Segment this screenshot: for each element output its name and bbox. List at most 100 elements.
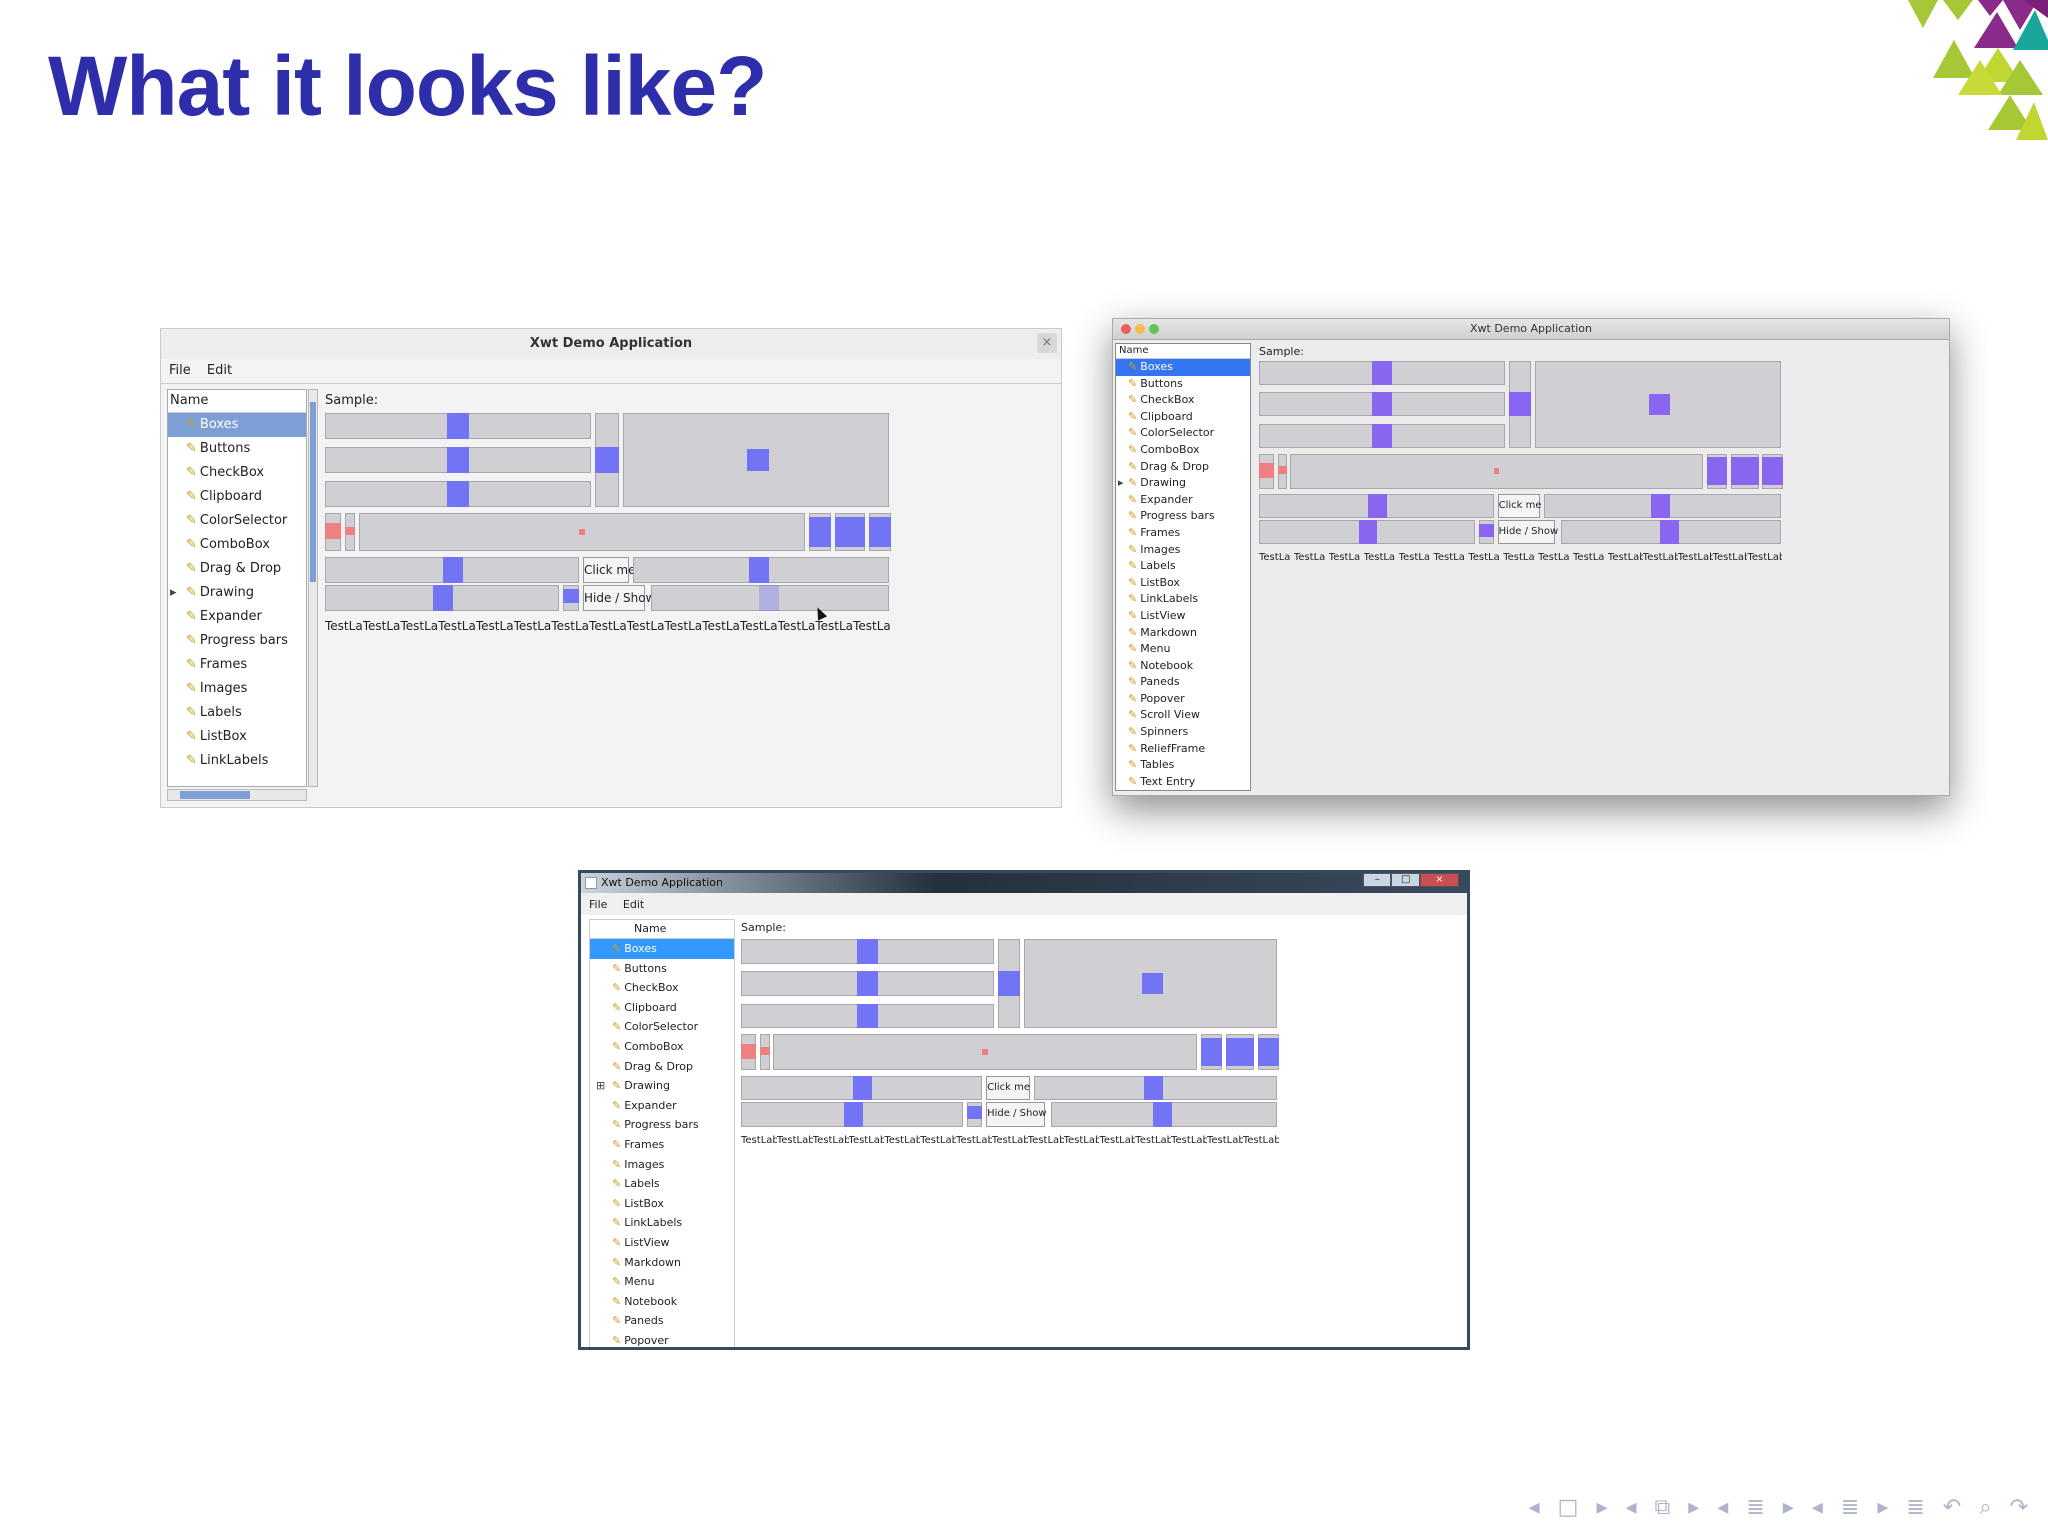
tree-item[interactable]: ✎ ReliefFrame [1116,741,1250,758]
nav-prev-icon[interactable]: ◂ [1625,1495,1636,1520]
tree-header[interactable]: Name [590,920,734,939]
hide-show-button[interactable]: Hide / Show [1497,520,1558,545]
tree-item[interactable]: ✎ Text Entry [1116,774,1250,790]
click-me-button[interactable]: Click me [986,1075,1030,1101]
click-me-button[interactable]: Click me [1497,494,1542,519]
tree-item[interactable]: ✎ Spinners [1116,724,1250,741]
tree-item[interactable]: ✎ Expander [590,1096,734,1116]
tree-item[interactable]: ✎ ListBox [590,1194,734,1214]
nav-subsection-icon[interactable]: ≣ [1841,1495,1859,1520]
tree-item[interactable]: ✎ Buttons [590,959,734,979]
nav-frame-icon[interactable]: □ [1558,1495,1579,1520]
nav-next-icon[interactable]: ▸ [1688,1495,1699,1520]
tree-item[interactable]: ✎ Clipboard [168,485,306,509]
menu-edit[interactable]: Edit [623,898,644,911]
tree-item[interactable]: ✎ ComboBox [590,1037,734,1057]
tree-item[interactable]: ✎ Buttons [168,437,306,461]
tree-item[interactable]: ✎ ColorSelector [590,1017,734,1037]
expand-arrow-icon[interactable]: ▸ [170,581,177,605]
nav-subsection-icon[interactable]: ≣ [1746,1495,1764,1520]
tree-item[interactable]: ✎ Markdown [1116,625,1250,642]
tree-item[interactable]: ✎ Images [1116,542,1250,559]
nav-next-icon[interactable]: ▸ [1596,1495,1607,1520]
expand-arrow-icon[interactable]: ▸ [1118,475,1124,492]
tree-item[interactable]: ✎ Boxes [1116,359,1250,376]
demo-tree[interactable]: Name ✎ Boxes ✎ Buttons ✎ CheckBox ✎ Clipboard ✎ C… [167,389,307,787]
hide-show-button[interactable]: Hide / Show [986,1102,1047,1128]
hide-show-button[interactable]: Hide / Show [583,585,655,611]
tree-item[interactable]: ✎ Buttons [1116,376,1250,393]
tree-item[interactable]: ✎ Progress bars [590,1115,734,1135]
tree-item[interactable]: ✎ ComboBox [168,533,306,557]
tree-item[interactable]: ✎ Progress bars [1116,508,1250,525]
tree-item[interactable]: ✎ Menu [1116,641,1250,658]
nav-next-icon[interactable]: ▸ [1877,1495,1888,1520]
tree-item[interactable]: ✎ ListView [590,1233,734,1253]
nav-search-icon[interactable]: ⌕ [1979,1495,1991,1520]
tree-item[interactable]: ✎ Clipboard [590,998,734,1018]
traffic-light-icon[interactable] [1149,324,1159,334]
scrollbar-thumb[interactable] [180,791,250,799]
tree-item[interactable]: ✎ LinkLabels [168,749,306,773]
tree-item[interactable]: ✎ Clipboard [1116,409,1250,426]
tree-item[interactable]: ✎ Popover [1116,691,1250,708]
tree-item[interactable]: ✎ Paneds [590,1311,734,1331]
tree-item[interactable]: ✎ Frames [1116,525,1250,542]
tree-item[interactable]: ✎ Labels [168,701,306,725]
tree-item[interactable]: ✎ ListBox [1116,575,1250,592]
tree-item[interactable]: ✎ CheckBox [1116,392,1250,409]
tree-item[interactable]: ✎ Images [168,677,306,701]
tree-item[interactable]: ✎ Paneds [1116,674,1250,691]
expand-arrow-icon[interactable]: ⊞ [596,1076,605,1096]
tree-item[interactable]: ✎ ColorSelector [168,509,306,533]
tree-item[interactable]: ⊞ ✎ Drawing [590,1076,734,1096]
tree-item[interactable]: ✎ Markdown [590,1253,734,1273]
tree-item[interactable]: ✎ Notebook [1116,658,1250,675]
tree-item[interactable]: ▸ ✎ Drawing [168,581,306,605]
traffic-light-icon[interactable] [1121,324,1131,334]
tree-item[interactable]: ✎ ListView [1116,608,1250,625]
maximize-button[interactable]: □ [1391,873,1420,887]
traffic-light-icon[interactable] [1135,324,1145,334]
menu-file[interactable]: File [589,898,607,911]
tree-item[interactable]: ✎ Frames [590,1135,734,1155]
nav-prev-icon[interactable]: ◂ [1529,1495,1540,1520]
tree-item[interactable]: ✎ ComboBox [1116,442,1250,459]
menu-edit[interactable]: Edit [207,363,232,378]
tree-item[interactable]: ✎ Menu [590,1272,734,1292]
tree-item[interactable]: ✎ ListBox [168,725,306,749]
nav-next-icon[interactable]: ▸ [1783,1495,1794,1520]
close-button[interactable]: × [1037,333,1057,353]
tree-header[interactable]: Name [168,390,306,413]
nav-redo-icon[interactable]: ↷ [2010,1495,2028,1520]
tree-item[interactable]: ✎ Boxes [168,413,306,437]
tree-item[interactable]: ✎ Labels [1116,558,1250,575]
tree-item[interactable]: ✎ Popover [590,1331,734,1347]
menu-file[interactable]: File [169,363,191,378]
tree-item[interactable]: ✎ Drag & Drop [168,557,306,581]
click-me-button[interactable]: Click me [583,557,635,583]
demo-tree[interactable]: Name ✎ Boxes ✎ Buttons ✎ CheckBox ✎ Clipboard ✎ C… [589,919,735,1347]
tree-item[interactable]: ✎ Scroll View [1116,707,1250,724]
nav-prev-icon[interactable]: ◂ [1812,1495,1823,1520]
tree-item[interactable]: ✎ Notebook [590,1292,734,1312]
tree-item[interactable]: ✎ Expander [168,605,306,629]
tree-vscrollbar[interactable] [308,389,318,787]
tree-item[interactable]: ✎ CheckBox [590,978,734,998]
nav-undo-icon[interactable]: ↶ [1943,1495,1961,1520]
tree-item[interactable]: ▸ ✎ Drawing [1116,475,1250,492]
tree-item[interactable]: ✎ Images [590,1155,734,1175]
tree-item[interactable]: ✎ Frames [168,653,306,677]
demo-tree[interactable]: Name ✎ Boxes ✎ Buttons ✎ CheckBox ✎ Clipboard ✎ C… [1115,343,1251,791]
nav-section-icon[interactable]: ⧉ [1655,1495,1671,1520]
nav-menu-icon[interactable]: ≣ [1906,1495,1924,1520]
scrollbar-thumb[interactable] [310,402,316,582]
tree-header[interactable]: Name [1116,344,1250,359]
tree-item[interactable]: ✎ ColorSelector [1116,425,1250,442]
tree-item[interactable]: ✎ CheckBox [168,461,306,485]
tree-hscrollbar[interactable] [167,789,307,801]
tree-item[interactable]: ✎ Labels [590,1174,734,1194]
tree-item[interactable]: ✎ Drag & Drop [1116,459,1250,476]
nav-prev-icon[interactable]: ◂ [1717,1495,1728,1520]
tree-item[interactable]: ✎ Drag & Drop [590,1057,734,1077]
